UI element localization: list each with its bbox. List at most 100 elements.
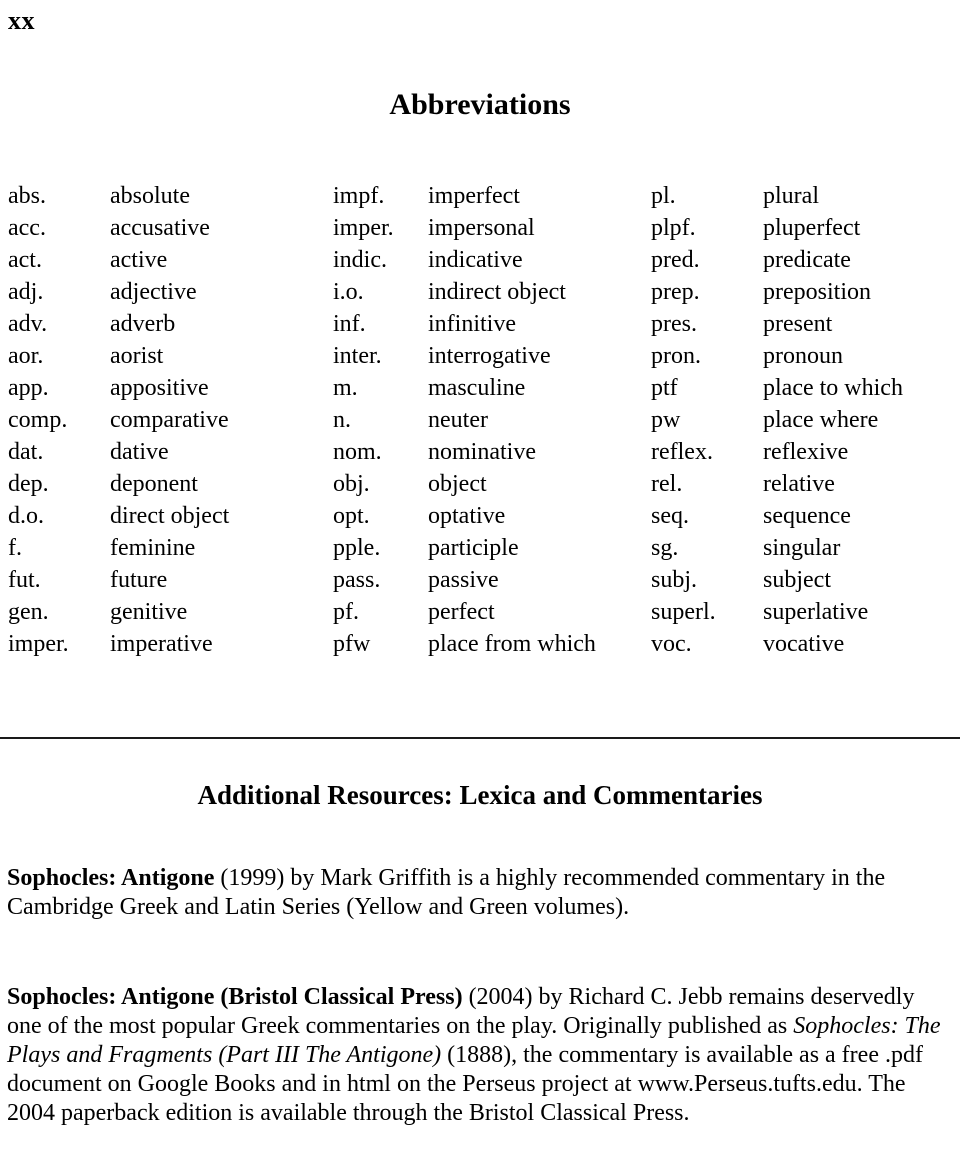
abbreviation-meaning: place to which <box>763 375 903 401</box>
abbreviation-meaning: passive <box>428 567 499 593</box>
abbreviation-meaning: predicate <box>763 247 851 273</box>
abbreviation-row: seq. sequence <box>651 500 960 532</box>
resource-entry-1: Sophocles: Antigone (1999) by Mark Griff… <box>7 864 947 922</box>
abbreviation-key: pfw <box>333 631 371 657</box>
abbreviation-row: adv. adverb <box>8 308 325 340</box>
abbreviation-meaning: genitive <box>110 599 188 625</box>
document-page: xx Abbreviations abs. absolute acc. accusat… <box>0 0 960 1154</box>
abbreviation-key: dat. <box>8 439 44 465</box>
abbreviation-meaning: plural <box>763 183 819 209</box>
abbreviation-key: rel. <box>651 471 683 497</box>
abbreviation-key: obj. <box>333 471 370 497</box>
abbreviation-row: ptf place to which <box>651 372 960 404</box>
abbreviation-meaning: superlative <box>763 599 869 625</box>
abbreviation-key: adv. <box>8 311 48 337</box>
abbreviation-row: pass. passive <box>333 564 643 596</box>
abbreviation-meaning: optative <box>428 503 506 529</box>
abbreviation-meaning: future <box>110 567 168 593</box>
abbreviation-key: fut. <box>8 567 41 593</box>
abbreviation-meaning: present <box>763 311 833 337</box>
abbreviation-row: gen. genitive <box>8 596 325 628</box>
abbreviation-key: pw <box>651 407 681 433</box>
abbreviation-row: pple. participle <box>333 532 643 564</box>
abbreviation-key: comp. <box>8 407 68 433</box>
abbreviation-key: pf. <box>333 599 359 625</box>
abbreviation-meaning: comparative <box>110 407 229 433</box>
abbreviation-meaning: relative <box>763 471 835 497</box>
abbreviation-meaning: infinitive <box>428 311 516 337</box>
abbreviation-row: imper. impersonal <box>333 212 643 244</box>
abbreviation-key: pple. <box>333 535 381 561</box>
abbreviation-key: m. <box>333 375 358 401</box>
abbreviation-row: inf. infinitive <box>333 308 643 340</box>
abbreviation-row: d.o. direct object <box>8 500 325 532</box>
abbreviation-row: obj. object <box>333 468 643 500</box>
abbreviation-key: reflex. <box>651 439 713 465</box>
abbreviation-meaning: masculine <box>428 375 526 401</box>
abbreviation-row: superl. superlative <box>651 596 960 628</box>
abbreviation-meaning: pluperfect <box>763 215 861 241</box>
page-title: Abbreviations <box>389 88 571 121</box>
abbreviation-key: subj. <box>651 567 698 593</box>
abbreviation-meaning: accusative <box>110 215 210 241</box>
abbreviation-key: voc. <box>651 631 692 657</box>
abbreviation-key: abs. <box>8 183 46 209</box>
abbreviation-key: gen. <box>8 599 49 625</box>
abbreviation-key: pron. <box>651 343 701 369</box>
abbreviation-meaning: pronoun <box>763 343 843 369</box>
abbreviation-meaning: imperative <box>110 631 213 657</box>
abbreviation-row: impf. imperfect <box>333 180 643 212</box>
abbreviation-key: prep. <box>651 279 700 305</box>
abbreviation-key: aor. <box>8 343 44 369</box>
abbreviation-row: opt. optative <box>333 500 643 532</box>
abbreviation-key: opt. <box>333 503 370 529</box>
abbreviation-meaning: adverb <box>110 311 176 337</box>
abbreviation-meaning: preposition <box>763 279 871 305</box>
abbreviation-row: pf. perfect <box>333 596 643 628</box>
abbreviation-row: adj. adjective <box>8 276 325 308</box>
abbreviation-row: f. feminine <box>8 532 325 564</box>
abbreviations-columns: abs. absolute acc. accusative act. active adj.… <box>0 180 960 660</box>
abbreviation-row: abs. absolute <box>8 180 325 212</box>
abbreviation-meaning: object <box>428 471 487 497</box>
abbreviation-meaning: appositive <box>110 375 209 401</box>
abbreviation-key: adj. <box>8 279 44 305</box>
abbreviation-key: sg. <box>651 535 679 561</box>
abbreviation-key: n. <box>333 407 351 433</box>
abbreviation-row: acc. accusative <box>8 212 325 244</box>
abbreviation-key: inter. <box>333 343 382 369</box>
abbreviation-row: imper. imperative <box>8 628 325 660</box>
resources-heading: Additional Resources: Lexica and Comment… <box>197 780 763 810</box>
abbreviation-meaning: place where <box>763 407 879 433</box>
abbreviation-row: i.o. indirect object <box>333 276 643 308</box>
abbreviation-row: inter. interrogative <box>333 340 643 372</box>
abbreviation-row: dat. dative <box>8 436 325 468</box>
abbreviation-row: pfw place from which <box>333 628 643 660</box>
abbreviation-meaning: reflexive <box>763 439 849 465</box>
abbreviation-row: voc. vocative <box>651 628 960 660</box>
abbreviation-key: nom. <box>333 439 382 465</box>
abbreviation-key: pass. <box>333 567 381 593</box>
abbreviation-row: pron. pronoun <box>651 340 960 372</box>
abbreviation-key: d.o. <box>8 503 44 529</box>
abbreviation-key: app. <box>8 375 49 401</box>
abbreviation-key: impf. <box>333 183 385 209</box>
abbreviation-key: seq. <box>651 503 689 529</box>
abbreviation-key: i.o. <box>333 279 364 305</box>
abbreviation-meaning: absolute <box>110 183 190 209</box>
abbreviation-meaning: aorist <box>110 343 164 369</box>
abbreviation-key: act. <box>8 247 42 273</box>
resource-entry-2-title: Sophocles: Antigone (Bristol Classical P… <box>7 984 463 1010</box>
resource-entry-2: Sophocles: Antigone (Bristol Classical P… <box>7 983 947 1128</box>
abbreviation-meaning: deponent <box>110 471 198 497</box>
abbreviation-row: plpf. pluperfect <box>651 212 960 244</box>
abbreviation-row: reflex. reflexive <box>651 436 960 468</box>
section-divider <box>0 737 960 739</box>
abbreviation-row: nom. nominative <box>333 436 643 468</box>
abbreviation-key: pl. <box>651 183 676 209</box>
abbreviation-key: acc. <box>8 215 46 241</box>
abbreviation-row: pw place where <box>651 404 960 436</box>
abbreviation-row: pred. predicate <box>651 244 960 276</box>
abbreviation-row: rel. relative <box>651 468 960 500</box>
abbreviation-meaning: dative <box>110 439 169 465</box>
